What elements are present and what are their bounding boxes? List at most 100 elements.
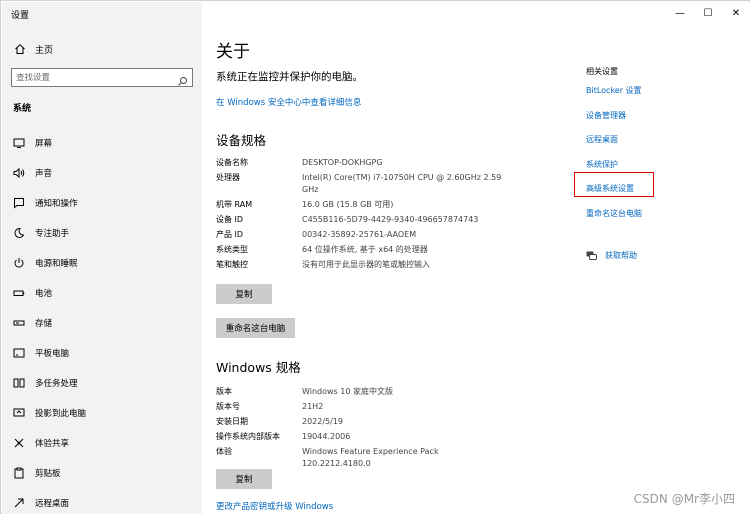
- spec-row: 版本号 21H2: [216, 401, 516, 413]
- spec-row: 系统类型 64 位操作系统, 基于 x64 的处理器: [216, 244, 516, 256]
- minimize-button[interactable]: —: [666, 2, 694, 24]
- window-controls: — ☐ ✕: [666, 2, 750, 24]
- spec-key: 安装日期: [216, 417, 248, 426]
- sidebar-item-remote-desktop[interactable]: 远程桌面: [2, 488, 202, 514]
- sidebar-item-focus-assist[interactable]: 专注助手: [2, 218, 202, 248]
- sidebar-item-label: 剪贴板: [35, 469, 61, 479]
- sidebar-item-shared-experiences[interactable]: 体验共享: [2, 428, 202, 458]
- spec-value: Intel(R) Core(TM) i7-10750H CPU @ 2.60GH…: [302, 173, 502, 194]
- storage-icon: [12, 316, 26, 330]
- spec-value: 16.0 GB (15.8 GB 可用): [302, 200, 394, 209]
- sidebar-item-storage[interactable]: 存储: [2, 308, 202, 338]
- spec-row: 设备 ID C455B116-5D79-4429-9340-4966578747…: [216, 214, 516, 226]
- spec-row: 操作系统内部版本 19044.2006: [216, 431, 516, 443]
- device-specs-heading: 设备规格: [216, 133, 267, 148]
- sidebar-item-label: 多任务处理: [35, 379, 78, 389]
- sidebar-item-label: 电源和睡眠: [35, 259, 78, 269]
- spec-row: 版本 Windows 10 家庭中文版: [216, 386, 516, 398]
- sidebar-item-battery[interactable]: 电池: [2, 278, 202, 308]
- battery-icon: [12, 286, 26, 300]
- spec-value: 00342-35892-25761-AAOEM: [302, 230, 417, 239]
- spec-row: 体验 Windows Feature Experience Pack 120.2…: [216, 446, 516, 470]
- nav-home-label: 主页: [35, 45, 54, 56]
- device-manager-link[interactable]: 设备管理器: [586, 110, 746, 135]
- spec-key: 设备名称: [216, 158, 248, 167]
- sidebar-item-label: 远程桌面: [35, 499, 70, 509]
- spec-value: DESKTOP-DOKHGPG: [302, 158, 383, 167]
- bitlocker-settings-link[interactable]: BitLocker 设置: [586, 85, 746, 110]
- spec-key: 体验: [216, 447, 232, 456]
- spec-row: 设备名称 DESKTOP-DOKHGPG: [216, 157, 516, 169]
- spec-value: 64 位操作系统, 基于 x64 的处理器: [302, 245, 428, 254]
- project-icon: [12, 406, 26, 420]
- spec-key: 产品 ID: [216, 230, 244, 239]
- spec-value: 19044.2006: [302, 432, 351, 441]
- sidebar-item-project[interactable]: 投影到此电脑: [2, 398, 202, 428]
- copy-device-specs-button[interactable]: 复制: [216, 284, 272, 304]
- spec-value: 21H2: [302, 402, 324, 411]
- rename-pc-button[interactable]: 重命名这台电脑: [216, 318, 295, 338]
- device-specs-table: 设备名称 DESKTOP-DOKHGPG 处理器 Intel(R) Core(T…: [216, 157, 516, 274]
- windows-specs-heading: Windows 规格: [216, 360, 301, 375]
- moon-icon: [12, 226, 26, 240]
- nav-home[interactable]: 主页: [2, 38, 202, 60]
- sidebar-item-notifications[interactable]: 通知和操作: [2, 188, 202, 218]
- monitor-icon: [12, 136, 26, 150]
- share-icon: [12, 436, 26, 450]
- sidebar-item-label: 投影到此电脑: [35, 409, 87, 419]
- sidebar-item-label: 体验共享: [35, 439, 70, 449]
- related-settings-title: 相关设置: [586, 67, 618, 76]
- close-button[interactable]: ✕: [722, 2, 750, 24]
- copy-windows-specs-button[interactable]: 复制: [216, 469, 272, 489]
- security-center-link[interactable]: 在 Windows 安全中心中查看详细信息: [216, 96, 361, 108]
- spec-key: 设备 ID: [216, 215, 244, 224]
- upgrade-windows-link[interactable]: 更改产品密钥或升级 Windows: [216, 500, 333, 512]
- watermark: CSDN @Mr李小四: [633, 492, 735, 506]
- spec-value: Windows 10 家庭中文版: [302, 387, 393, 396]
- spec-row: 笔和触控 没有可用于此显示器的笔或触控输入: [216, 259, 516, 271]
- sidebar-item-label: 存储: [35, 319, 53, 329]
- sidebar-item-tablet[interactable]: 平板电脑: [2, 338, 202, 368]
- spec-key: 版本: [216, 387, 232, 396]
- protection-status: 系统正在监控并保护你的电脑。: [216, 71, 363, 83]
- spec-key: 操作系统内部版本: [216, 432, 280, 441]
- sidebar-item-label: 屏幕: [35, 139, 53, 149]
- spec-row: 处理器 Intel(R) Core(TM) i7-10750H CPU @ 2.…: [216, 172, 516, 196]
- tablet-icon: [12, 346, 26, 360]
- spec-value: 2022/5/19: [302, 417, 344, 426]
- spec-value: 没有可用于此显示器的笔或触控输入: [302, 260, 430, 269]
- remote-desktop-link[interactable]: 远程桌面: [586, 134, 746, 159]
- notification-icon: [12, 196, 26, 210]
- search-input[interactable]: [12, 72, 172, 83]
- speaker-icon: [12, 166, 26, 180]
- sidebar-item-label: 电池: [35, 289, 53, 299]
- sidebar-item-multitasking[interactable]: 多任务处理: [2, 368, 202, 398]
- multitask-icon: [12, 376, 26, 390]
- remote-desktop-icon: [12, 496, 26, 510]
- maximize-button[interactable]: ☐: [694, 2, 722, 24]
- spec-key: 版本号: [216, 402, 240, 411]
- sidebar-item-sound[interactable]: 声音: [2, 158, 202, 188]
- section-label-system: 系统: [13, 104, 32, 114]
- settings-window: 设置 主页 系统 屏幕 声音 通知和操作: [0, 0, 750, 514]
- get-help[interactable]: 获取帮助: [586, 246, 637, 265]
- spec-key: 处理器: [216, 173, 240, 182]
- spec-row: 安装日期 2022/5/19: [216, 416, 516, 428]
- spec-row: 产品 ID 00342-35892-25761-AAOEM: [216, 229, 516, 241]
- sidebar-item-power-sleep[interactable]: 电源和睡眠: [2, 248, 202, 278]
- sidebar-item-label: 平板电脑: [35, 349, 70, 359]
- search-icon: [177, 72, 188, 86]
- search-box[interactable]: [11, 68, 193, 87]
- sidebar-item-clipboard[interactable]: 剪贴板: [2, 458, 202, 488]
- sidebar-item-display[interactable]: 屏幕: [2, 128, 202, 158]
- help-chat-icon: [586, 246, 597, 265]
- related-settings: 相关设置 BitLocker 设置 设备管理器 远程桌面 系统保护 高级系统设置…: [586, 66, 746, 232]
- rename-pc-link[interactable]: 重命名这台电脑: [586, 208, 746, 233]
- highlight-box: [574, 172, 654, 197]
- power-icon: [12, 256, 26, 270]
- spec-value: C455B116-5D79-4429-9340-496657874743: [302, 215, 479, 224]
- sidebar-item-label: 声音: [35, 169, 53, 179]
- sidebar-item-label: 通知和操作: [35, 199, 78, 209]
- spec-key: 系统类型: [216, 245, 248, 254]
- nav-list: 屏幕 声音 通知和操作 专注助手 电源和睡眠 电池 存储 平板电脑 多任务处理 …: [2, 128, 202, 514]
